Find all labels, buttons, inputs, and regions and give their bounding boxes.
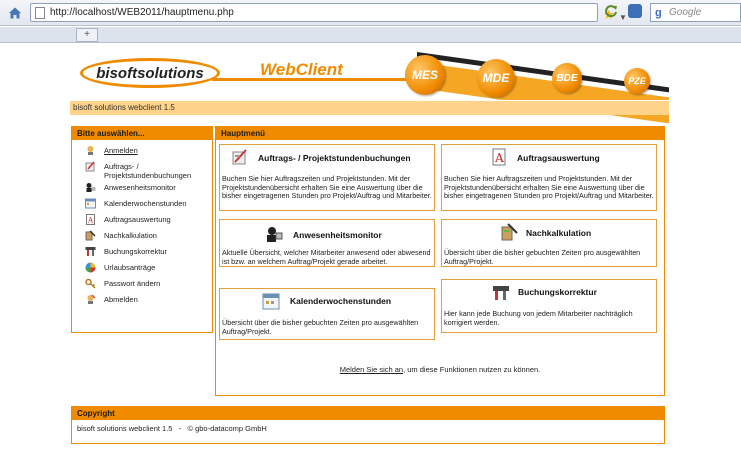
sidebar-item-passwort-aendern[interactable]: Passwort ändern: [72, 278, 212, 294]
sidebar-menu: Anmelden Auftrags- / Projektstundenbuchu…: [72, 140, 212, 310]
svg-text:A: A: [87, 217, 94, 225]
card-title: Nachkalkulation: [526, 228, 592, 238]
copyright-title: Copyright: [72, 407, 664, 420]
report-icon: A: [490, 148, 508, 166]
sidebar-item-auftragsauswertung[interactable]: A Auftragsauswertung: [72, 214, 212, 230]
report-icon: A: [84, 214, 96, 225]
login-prompt: Melden Sie sich an, um diese Funktionen …: [216, 365, 664, 374]
sidebar-item-label: Passwort ändern: [104, 279, 161, 288]
copyright-text: bisoft solutions webclient 1.5 - © gbo-d…: [77, 424, 267, 433]
calendar-icon: [262, 292, 280, 310]
webclient-logo: WebClient: [260, 60, 343, 79]
version-strip: bisoft solutions webclient 1.5: [70, 100, 669, 115]
card-buchungskorrektur[interactable]: Buchungskorrektur Hier kann jede Buchung…: [441, 279, 657, 333]
page-icon: [35, 7, 45, 19]
sidebar-item-label: Nachkalkulation: [104, 231, 157, 240]
sidebar-item-nachkalkulation[interactable]: Nachkalkulation: [72, 230, 212, 246]
sidebar-item-anwesenheitsmonitor[interactable]: Anwesenheitsmonitor: [72, 182, 212, 198]
card-title: Anwesenheitsmonitor: [293, 230, 382, 240]
bisoft-logo: bisoftsolutions: [80, 58, 220, 88]
card-description: Übersicht über die bisher gebuchten Zeit…: [222, 318, 419, 336]
sidebar-item-label: Abmelden: [104, 295, 138, 304]
sidebar-item-label: Auftrags- / Projektstundenbuchungen: [104, 162, 192, 180]
sidebar-item-label: Anwesenheitsmonitor: [104, 183, 176, 192]
sidebar: Bitte auswählen... Anmelden Auftrags- / …: [71, 126, 213, 333]
booking-icon: [231, 148, 249, 166]
card-auftragsauswertung[interactable]: A Auftragsauswertung Buchen Sie hier Auf…: [441, 144, 657, 211]
card-description: Übersicht über die bisher gebuchten Zeit…: [444, 248, 641, 266]
card-description: Buchen Sie hier Auftragszeiten und Proje…: [444, 174, 654, 200]
address-bar[interactable]: http://localhost/WEB2011/hauptmenu.php ★…: [30, 3, 627, 22]
login-icon: [84, 145, 96, 156]
sidebar-item-urlaubsantraege[interactable]: Urlaubsanträge: [72, 262, 212, 278]
sidebar-item-buchungskorrektur[interactable]: Buchungskorrektur: [72, 246, 212, 262]
main-menu-panel: Hauptmenü Auftrags- / Projektstundenbuch…: [215, 126, 665, 396]
address-bar-url: http://localhost/WEB2011/hauptmenu.php: [50, 7, 234, 18]
mde-ball: MDE: [477, 59, 515, 97]
card-title: Buchungskorrektur: [518, 287, 597, 297]
vacation-icon: [84, 262, 96, 273]
sidebar-item-label: Urlaubsanträge: [104, 263, 156, 272]
card-description: Aktuelle Übersicht, welcher Mitarbeiter …: [222, 248, 431, 266]
sidebar-item-label: Buchungskorrektur: [104, 247, 167, 256]
home-button[interactable]: [6, 4, 24, 22]
card-description: Hier kann jede Buchung von jedem Mitarbe…: [444, 309, 633, 327]
refresh-icon: [605, 5, 617, 18]
card-title: Auftrags- / Projektstundenbuchungen: [258, 153, 411, 163]
history-dropdown-icon[interactable]: ▼: [619, 9, 627, 26]
sidebar-item-label: Auftragsauswertung: [104, 215, 171, 224]
sidebar-item-label[interactable]: Anmelden: [104, 145, 138, 155]
login-prompt-text: , um diese Funktionen nutzen zu können.: [403, 365, 541, 374]
search-input[interactable]: g Google: [650, 3, 741, 22]
booking-icon: [84, 161, 96, 172]
calendar-icon: [84, 198, 96, 209]
search-placeholder: Google: [669, 7, 702, 18]
copyright-panel: Copyright bisoft solutions webclient 1.5…: [71, 406, 665, 444]
mes-ball: MES: [405, 55, 445, 95]
addon-icon[interactable]: [628, 4, 642, 18]
presence-icon: [265, 225, 283, 243]
card-title: Auftragsauswertung: [517, 153, 600, 163]
sidebar-item-kalenderwochenstunden[interactable]: Kalenderwochenstunden: [72, 198, 212, 214]
refresh-button[interactable]: [604, 4, 618, 20]
pze-ball: PZE: [624, 68, 650, 94]
sidebar-item-abmelden[interactable]: Abmelden: [72, 294, 212, 310]
card-auftrags-projektstundenbuchungen[interactable]: Auftrags- / Projektstundenbuchungen Buch…: [219, 144, 435, 211]
sidebar-item-auftrags-projektstundenbuchungen[interactable]: Auftrags- / Projektstundenbuchungen: [72, 161, 212, 182]
sidebar-item-label: Kalenderwochenstunden: [104, 199, 187, 208]
new-tab-button[interactable]: +: [76, 28, 98, 42]
card-kalenderwochenstunden[interactable]: Kalenderwochenstunden Übersicht über die…: [219, 288, 435, 340]
sidebar-item-anmelden[interactable]: Anmelden: [72, 145, 212, 161]
card-description: Buchen Sie hier Auftragszeiten und Proje…: [222, 174, 432, 200]
card-title: Kalenderwochenstunden: [290, 296, 392, 306]
correction-icon: [492, 284, 510, 302]
logout-icon: [84, 294, 96, 305]
card-nachkalkulation[interactable]: Nachkalkulation Übersicht über die bishe…: [441, 219, 657, 267]
bde-ball: BDE: [552, 63, 582, 93]
main-menu-title: Hauptmenü: [216, 127, 664, 140]
card-anwesenheitsmonitor[interactable]: Anwesenheitsmonitor Aktuelle Übersicht, …: [219, 219, 435, 267]
login-link[interactable]: Melden Sie sich an: [340, 365, 403, 374]
home-icon: [9, 7, 21, 19]
calculation-icon: [500, 223, 518, 241]
google-icon: g: [655, 7, 662, 19]
presence-icon: [84, 182, 96, 193]
key-icon: [84, 278, 96, 289]
calculation-icon: [84, 230, 96, 241]
sidebar-title: Bitte auswählen...: [72, 127, 212, 140]
tab-strip: +: [0, 27, 741, 43]
correction-icon: [84, 246, 96, 257]
site-header: bisoftsolutions WebClient MES MDE BDE PZ…: [72, 50, 669, 124]
browser-toolbar: http://localhost/WEB2011/hauptmenu.php ★…: [0, 0, 741, 26]
svg-text:A: A: [494, 151, 504, 165]
